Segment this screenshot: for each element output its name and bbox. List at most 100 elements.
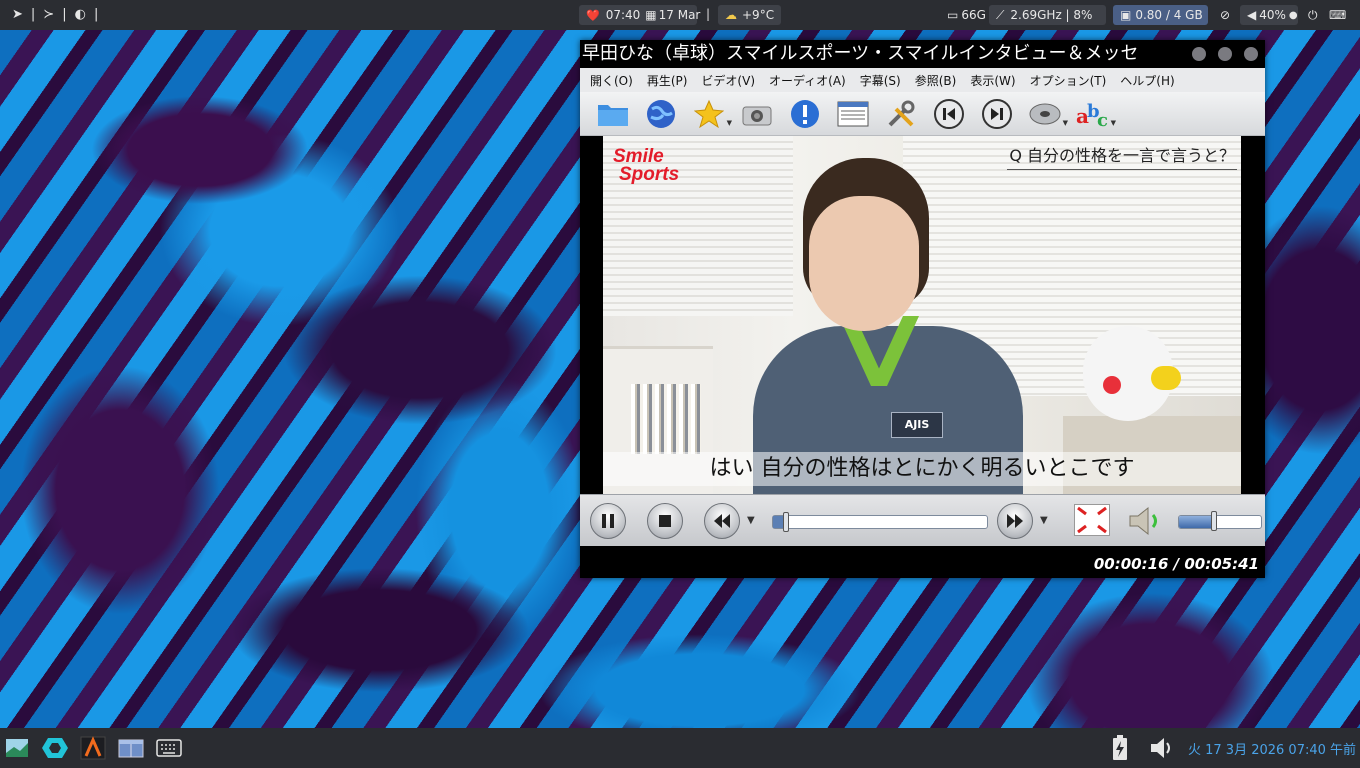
weather-widget[interactable]: ☁ +9°C	[718, 5, 781, 25]
weather-temp: +9°C	[742, 8, 775, 22]
abc-icon: abc	[1076, 101, 1108, 129]
separator: |	[62, 7, 67, 22]
media-player-window[interactable]: 早田ひな（卓球）スマイルスポーツ・スマイルインタビュー＆メッセ 開く(O) 再生…	[580, 40, 1265, 578]
dropdown-arrow-icon: ▼	[1110, 118, 1116, 127]
keyboard-icon: ⌨	[1329, 8, 1347, 22]
disc-icon	[1029, 103, 1061, 124]
on-screen-keyboard-button[interactable]	[156, 736, 182, 760]
taskbar-clock[interactable]: 火 17 3月 2026 07:40 午前	[1188, 739, 1356, 758]
screenshot-button[interactable]	[740, 97, 774, 131]
menu-video[interactable]: ビデオ(V)	[701, 72, 755, 89]
storage-widget[interactable]: ▭ 66G	[940, 5, 986, 25]
sponsor-patch: AJIS	[891, 412, 943, 438]
stop-button[interactable]	[647, 503, 683, 539]
playback-controls: ▼ ▼	[580, 494, 1265, 546]
settings-button[interactable]	[884, 97, 918, 131]
volume-tray-button[interactable]	[1149, 736, 1175, 760]
night-mode-icon[interactable]: ◐	[75, 7, 86, 22]
app-icon-1[interactable]	[42, 736, 68, 760]
memory-icon: ▣	[1120, 8, 1132, 22]
minimize-button[interactable]	[1192, 47, 1206, 61]
fullscreen-button[interactable]	[1074, 504, 1110, 536]
heart-icon: ❤️	[586, 8, 600, 22]
memory-widget[interactable]: ▣ 0.80 / 4 GB	[1113, 5, 1208, 25]
privacy-indicator[interactable]: ⊘	[1213, 5, 1237, 25]
time-display: 00:00:16 / 00:05:41	[580, 546, 1265, 578]
window-title[interactable]: 早田ひな（卓球）スマイルスポーツ・スマイルインタビュー＆メッセ	[580, 40, 1265, 68]
menu-help[interactable]: ヘルプ(H)	[1120, 72, 1174, 89]
menu-options[interactable]: オプション(T)	[1030, 72, 1107, 89]
power-button[interactable]: ⏻	[1301, 5, 1321, 25]
fast-forward-icon	[1007, 514, 1023, 528]
mascot-cheek	[1103, 376, 1121, 394]
hexagon-icon	[42, 738, 68, 758]
open-url-button[interactable]	[644, 97, 678, 131]
favorites-button[interactable]: ▼	[692, 97, 732, 131]
cloud-sun-icon: ☁	[725, 8, 737, 22]
window-switcher-button[interactable]	[118, 736, 144, 760]
menu-play[interactable]: 再生(P)	[647, 72, 688, 89]
close-button[interactable]	[1244, 47, 1258, 61]
top-panel: ➤ | ≻ | ◐ | ❤️ 07:40 ▦ 17 Mar | ☁ +9°C ▭…	[0, 0, 1360, 30]
menu-browse[interactable]: 参照(B)	[915, 72, 957, 89]
rewind-dropdown-icon[interactable]: ▼	[747, 515, 755, 526]
cpu-widget[interactable]: ⟋ 2.69GHz | 8%	[989, 5, 1106, 25]
volume-widget[interactable]: ◀ 40% ●	[1240, 5, 1298, 25]
speaker-icon	[1151, 738, 1170, 758]
fullscreen-icon	[1077, 506, 1107, 534]
top-date: 17 Mar	[658, 8, 701, 22]
logo-line2: Sports	[619, 164, 680, 185]
volume-handle[interactable]	[1210, 511, 1217, 531]
disc-button[interactable]: ▼	[1028, 97, 1068, 131]
seek-progress	[773, 516, 784, 528]
app-icon-2[interactable]	[80, 736, 106, 760]
subtitle-text: はい 自分の性格はとにかく明るいとこです	[603, 452, 1241, 486]
speaker-icon: ◀	[1247, 8, 1257, 22]
playlist-button[interactable]	[836, 97, 870, 131]
editor-icon	[80, 736, 106, 760]
seek-bar[interactable]	[772, 512, 988, 532]
battery-indicator[interactable]	[1107, 735, 1133, 760]
next-file-button[interactable]	[980, 97, 1014, 131]
separator: |	[93, 7, 99, 22]
taskbar: 火 17 3月 2026 07:40 午前	[0, 728, 1360, 768]
battery-charging-icon	[1113, 735, 1127, 760]
fast-forward-button[interactable]	[997, 503, 1033, 539]
playlist-icon	[837, 101, 869, 126]
speaker-icon	[1129, 506, 1157, 536]
open-folder-button[interactable]	[596, 97, 630, 131]
tools-icon	[888, 100, 915, 126]
rewind-button[interactable]	[704, 503, 740, 539]
pause-icon	[602, 514, 614, 528]
top-divider: |	[706, 7, 711, 21]
power-icon: ⏻	[1308, 7, 1318, 22]
clock-widget[interactable]: ❤️ 07:40 ▦ 17 Mar	[579, 5, 700, 25]
folder-icon	[598, 104, 628, 126]
volume-slider[interactable]	[1178, 515, 1262, 529]
rewind-icon	[714, 514, 730, 528]
send-icon[interactable]: ➤	[12, 7, 23, 22]
fast-forward-dropdown-icon[interactable]: ▼	[1040, 515, 1048, 526]
mute-button[interactable]	[1126, 505, 1166, 537]
keyboard-indicator[interactable]: ⌨	[1322, 5, 1348, 25]
previous-file-button[interactable]	[932, 97, 966, 131]
menu-audio[interactable]: オーディオ(A)	[769, 72, 846, 89]
skip-back-icon	[934, 98, 964, 129]
menu-open[interactable]: 開く(O)	[590, 72, 633, 89]
pause-button[interactable]	[590, 503, 626, 539]
books	[631, 384, 701, 454]
cpu-graph-icon: ⟋	[996, 7, 1005, 22]
subtitle-button[interactable]: abc ▼	[1076, 97, 1116, 131]
menu-view[interactable]: 表示(W)	[970, 72, 1015, 89]
info-button[interactable]	[788, 97, 822, 131]
calendar-icon: ▦	[645, 8, 657, 22]
toolbar: ▼ ▼ abc ▼	[580, 92, 1265, 136]
video-display[interactable]: AJIS Smile Sports Q 自分の性格を一言で言うと？ はい 自分の…	[603, 136, 1241, 494]
maximize-button[interactable]	[1218, 47, 1232, 61]
menu-subtitles[interactable]: 字幕(S)	[860, 72, 901, 89]
top-panel-launchers: ➤ | ≻ | ◐ |	[12, 7, 98, 22]
dropdown-arrow-icon: ▼	[726, 118, 732, 127]
seek-handle[interactable]	[783, 512, 790, 532]
terminal-icon[interactable]: ≻	[43, 7, 54, 22]
app-launcher-button[interactable]	[4, 736, 30, 760]
